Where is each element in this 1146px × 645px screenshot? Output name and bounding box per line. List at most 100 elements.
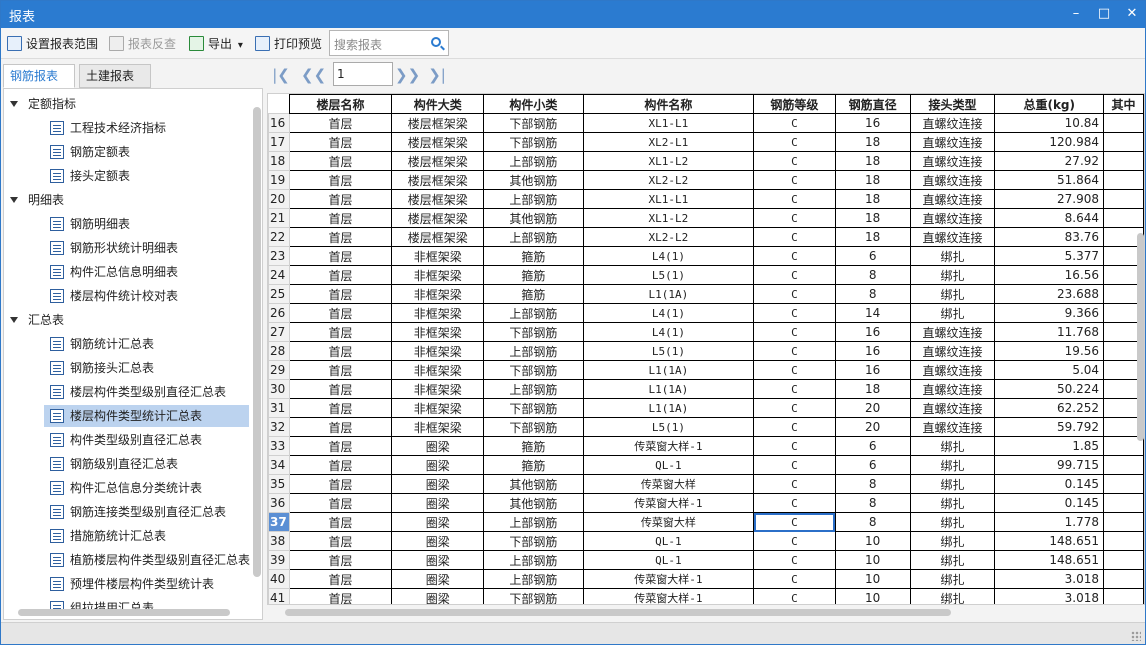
export-button[interactable]: 导出 ▾	[189, 34, 243, 54]
table-cell[interactable]: 直螺纹连接	[909, 113, 996, 133]
table-cell[interactable]: C	[753, 493, 836, 513]
expand-arrow-icon[interactable]	[10, 197, 18, 203]
table-row[interactable]: 24 首层 非框架梁 箍筋 L5(1) C 8 绑扎 16.56	[268, 265, 1144, 285]
table-cell[interactable]: XL1-L2	[582, 151, 755, 171]
grid-horizontal-scrollbar[interactable]	[285, 609, 951, 616]
tree-item[interactable]: 钢筋定额表	[44, 141, 249, 163]
table-row[interactable]: 21 首层 楼层框架梁 其他钢筋 XL1-L2 C 18 直螺纹连接 8.644	[268, 208, 1144, 228]
table-cell[interactable]: 8	[834, 474, 911, 494]
table-cell[interactable]: 非框架梁	[391, 322, 485, 342]
table-cell[interactable]: 直螺纹连接	[909, 360, 996, 380]
table-cell[interactable]: 圈梁	[391, 531, 485, 551]
table-cell[interactable]: 3.018	[994, 588, 1105, 604]
table-cell[interactable]: 首层	[288, 436, 393, 456]
table-cell[interactable]: 18	[834, 151, 911, 171]
table-row[interactable]: 30 首层 非框架梁 上部钢筋 L1(1A) C 18 直螺纹连接 50.224	[268, 379, 1144, 399]
table-cell[interactable]: 传菜窗大样-1	[582, 588, 755, 604]
table-row[interactable]: 36 首层 圈梁 其他钢筋 传菜窗大样-1 C 8 绑扎 0.145	[268, 493, 1144, 513]
table-cell[interactable]: 99.715	[994, 455, 1105, 475]
table-cell[interactable]: 绑扎	[909, 569, 996, 589]
table-row[interactable]: 27 首层 非框架梁 下部钢筋 L4(1) C 16 直螺纹连接 11.768	[268, 322, 1144, 342]
table-cell[interactable]: 箍筋	[483, 436, 584, 456]
table-cell[interactable]: 楼层框架梁	[391, 151, 485, 171]
table-cell[interactable]	[1103, 569, 1144, 589]
table-cell[interactable]: 其他钢筋	[483, 474, 584, 494]
table-row[interactable]: 31 首层 非框架梁 下部钢筋 L1(1A) C 20 直螺纹连接 62.252	[268, 398, 1144, 418]
table-cell[interactable]: 传菜窗大样-1	[582, 436, 755, 456]
table-cell[interactable]: XL1-L1	[582, 113, 755, 133]
table-cell[interactable]: 16	[834, 341, 911, 361]
table-cell[interactable]: QL-1	[582, 531, 755, 551]
table-cell[interactable]: 非框架梁	[391, 417, 485, 437]
tree-group[interactable]: 汇总表	[10, 311, 64, 329]
table-cell[interactable]: XL2-L1	[582, 132, 755, 152]
table-cell[interactable]: 首层	[288, 189, 393, 209]
table-cell[interactable]: 148.651	[994, 531, 1105, 551]
table-cell[interactable]	[1103, 189, 1144, 209]
table-cell[interactable]: XL1-L2	[582, 208, 755, 228]
table-cell[interactable]	[1103, 170, 1144, 190]
table-cell[interactable]: 绑扎	[909, 303, 996, 323]
tree-item[interactable]: 措施筋统计汇总表	[44, 525, 249, 547]
table-cell[interactable]: 9.366	[994, 303, 1105, 323]
table-cell[interactable]: 首层	[288, 227, 393, 247]
table-cell[interactable]: 下部钢筋	[483, 531, 584, 551]
table-cell[interactable]: C	[753, 398, 836, 418]
table-cell[interactable]: 圈梁	[391, 436, 485, 456]
table-cell[interactable]: C	[753, 569, 836, 589]
table-cell[interactable]: 直螺纹连接	[909, 322, 996, 342]
table-cell[interactable]	[1103, 493, 1144, 513]
table-cell[interactable]: C	[753, 132, 836, 152]
table-cell[interactable]: 圈梁	[391, 474, 485, 494]
table-cell[interactable]: 直螺纹连接	[909, 417, 996, 437]
table-cell[interactable]: 非框架梁	[391, 398, 485, 418]
table-cell[interactable]: 非框架梁	[391, 265, 485, 285]
table-row[interactable]: 37 首层 圈梁 上部钢筋 传菜窗大样 C 8 绑扎 1.778	[268, 512, 1144, 532]
maximize-button[interactable]: □	[1093, 3, 1115, 25]
table-row[interactable]: 23 首层 非框架梁 箍筋 L4(1) C 6 绑扎 5.377	[268, 246, 1144, 266]
table-row[interactable]: 26 首层 非框架梁 上部钢筋 L4(1) C 14 绑扎 9.366	[268, 303, 1144, 323]
table-cell[interactable]: L5(1)	[582, 265, 755, 285]
table-cell[interactable]: 传菜窗大样	[582, 512, 755, 532]
table-cell[interactable]: 下部钢筋	[483, 398, 584, 418]
table-cell[interactable]: 下部钢筋	[483, 588, 584, 604]
table-cell[interactable]: L1(1A)	[582, 379, 755, 399]
table-cell[interactable]	[1103, 132, 1144, 152]
table-cell[interactable]: C	[753, 550, 836, 570]
table-cell[interactable]: C	[753, 588, 836, 604]
table-cell[interactable]: 圈梁	[391, 588, 485, 604]
table-cell[interactable]: L1(1A)	[582, 360, 755, 380]
table-cell[interactable]: L4(1)	[582, 303, 755, 323]
table-cell[interactable]: 其他钢筋	[483, 208, 584, 228]
table-row[interactable]: 32 首层 非框架梁 下部钢筋 L5(1) C 20 直螺纹连接 59.792	[268, 417, 1144, 437]
table-cell[interactable]: 10	[834, 531, 911, 551]
table-cell[interactable]: 传菜窗大样-1	[582, 569, 755, 589]
table-cell[interactable]: 首层	[288, 208, 393, 228]
tab-civil-report[interactable]: 土建报表量	[79, 64, 151, 105]
tree-item[interactable]: 钢筋连接类型级别直径汇总表	[44, 501, 249, 523]
table-cell[interactable]: 首层	[288, 417, 393, 437]
table-cell[interactable]: 楼层框架梁	[391, 189, 485, 209]
tab-rebar-report[interactable]: 钢筋报表量	[3, 64, 75, 105]
table-cell[interactable]: C	[753, 455, 836, 475]
table-cell[interactable]: 首层	[288, 284, 393, 304]
table-cell[interactable]: L4(1)	[582, 246, 755, 266]
table-cell[interactable]: 0.145	[994, 474, 1105, 494]
column-header[interactable]: 构件名称	[582, 94, 755, 114]
column-header[interactable]: 钢筋等级	[753, 94, 836, 114]
table-cell[interactable]: 14	[834, 303, 911, 323]
tree-item[interactable]: 楼层构件统计校对表	[44, 285, 249, 307]
table-cell[interactable]: 上部钢筋	[483, 550, 584, 570]
tree-item[interactable]: 钢筋统计汇总表	[44, 333, 249, 355]
table-cell[interactable]	[1103, 208, 1144, 228]
table-cell[interactable]: 绑扎	[909, 265, 996, 285]
table-cell[interactable]: 直螺纹连接	[909, 170, 996, 190]
table-cell[interactable]: 箍筋	[483, 246, 584, 266]
table-cell[interactable]: 62.252	[994, 398, 1105, 418]
table-cell[interactable]: 绑扎	[909, 474, 996, 494]
table-cell[interactable]: 圈梁	[391, 493, 485, 513]
tree-item[interactable]: 构件汇总信息分类统计表	[44, 477, 249, 499]
table-cell[interactable]: C	[753, 170, 836, 190]
table-cell[interactable]: 20	[834, 398, 911, 418]
table-cell[interactable]: 非框架梁	[391, 284, 485, 304]
